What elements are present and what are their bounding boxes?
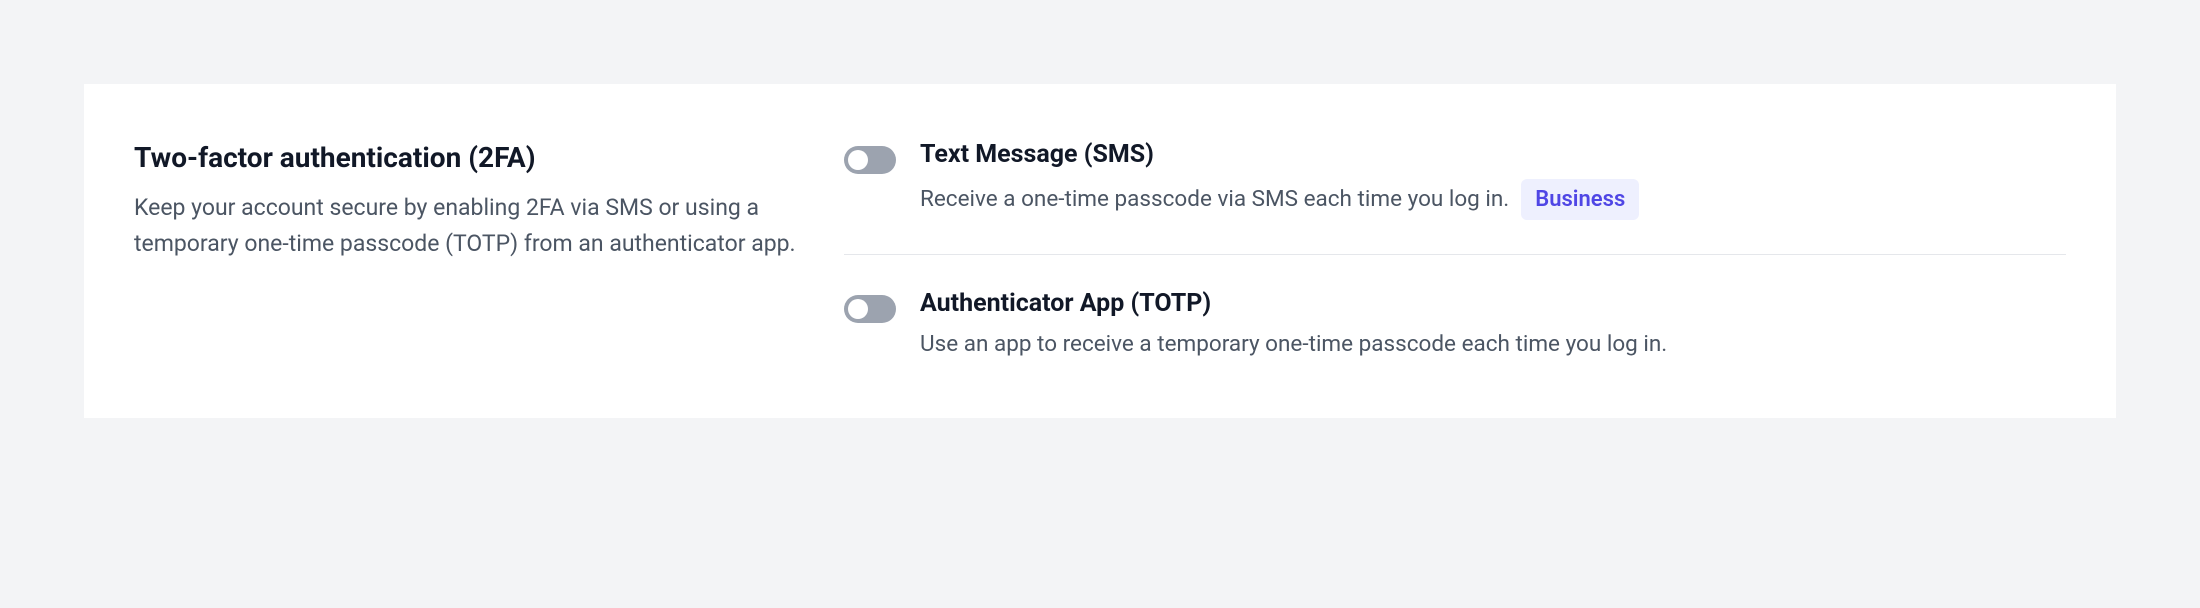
option-totp-body: Authenticator App (TOTP) Use an app to r… [920,289,2066,362]
section-header: Two-factor authentication (2FA) Keep you… [134,140,844,362]
two-factor-auth-card: Two-factor authentication (2FA) Keep you… [84,84,2116,418]
section-title: Two-factor authentication (2FA) [134,140,804,176]
option-totp-description-line: Use an app to receive a temporary one-ti… [920,328,2066,362]
option-sms-description-line: Receive a one-time passcode via SMS each… [920,179,2066,220]
toggle-sms[interactable] [844,146,896,174]
business-badge: Business [1521,179,1639,220]
option-sms-description: Receive a one-time passcode via SMS each… [920,183,1509,217]
toggle-knob-icon [848,299,868,319]
toggle-totp[interactable] [844,295,896,323]
option-totp-description: Use an app to receive a temporary one-ti… [920,328,1667,362]
options-list: Text Message (SMS) Receive a one-time pa… [844,140,2066,362]
option-sms-title: Text Message (SMS) [920,140,2066,169]
section-description: Keep your account secure by enabling 2FA… [134,190,804,261]
option-totp: Authenticator App (TOTP) Use an app to r… [844,254,2066,362]
toggle-knob-icon [848,150,868,170]
option-sms-body: Text Message (SMS) Receive a one-time pa… [920,140,2066,220]
option-sms: Text Message (SMS) Receive a one-time pa… [844,140,2066,254]
option-totp-title: Authenticator App (TOTP) [920,289,2066,318]
